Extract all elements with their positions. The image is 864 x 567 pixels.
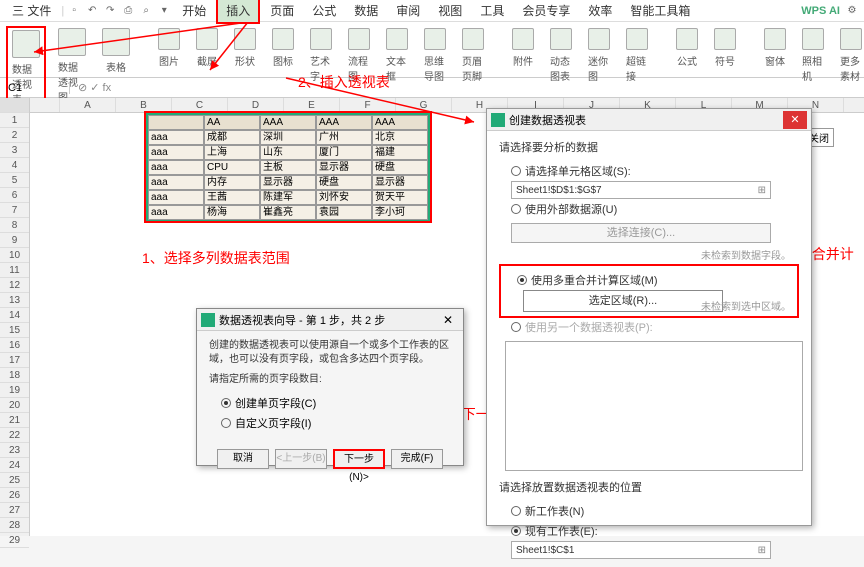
wizard-text2: 请指定所需的页字段数目: [209,373,451,387]
wizard-close[interactable]: ✕ [437,313,459,327]
redo-icon[interactable]: ↷ [102,3,118,19]
row-headers: 1234567891011121314151617181920212223242… [0,98,30,536]
radio-external[interactable] [511,204,521,214]
tab-start[interactable]: 开始 [174,0,214,22]
radio-another-pivot [511,322,521,332]
radio-custom-page[interactable] [221,418,231,428]
more-button[interactable]: 更多素材 [836,26,864,85]
screenshot-button[interactable]: 截屏 [192,26,222,70]
menu-bar: 三 文件 | ▫ ↶ ↷ ⎙ ⌕ ▾ 开始 插入 页面 公式 数据 审阅 视图 … [0,0,864,22]
hyperlink-button[interactable]: 超链接 [622,26,652,85]
formula-button[interactable]: 公式 [672,26,702,70]
radio-new-sheet[interactable] [511,506,521,516]
name-box[interactable]: C1 [0,82,70,94]
tab-smart[interactable]: 智能工具箱 [622,0,698,22]
attachment-button[interactable]: 附件 [508,26,538,70]
wizard-title: 数据透视表向导 - 第 1 步，共 2 步 [219,312,385,328]
pivot-list-area [505,341,803,471]
tab-member[interactable]: 会员专享 [514,0,578,22]
tab-page[interactable]: 页面 [262,0,302,22]
tab-formula[interactable]: 公式 [304,0,344,22]
print-icon[interactable]: ⎙ [120,3,136,19]
tab-efficiency[interactable]: 效率 [580,0,620,22]
select-region-button[interactable]: 选定区域(R)... [523,290,723,312]
annotation-2: 2、插入透视表 [298,72,390,92]
radio-multi-consolidate[interactable] [517,275,527,285]
symbol-button[interactable]: 符号 [710,26,740,70]
preview-icon[interactable]: ⌕ [138,3,154,19]
tab-view[interactable]: 视图 [430,0,470,22]
dialog-title: 创建数据透视表 [509,112,586,128]
section2-label: 请选择放置数据透视表的位置 [499,479,799,495]
close-button[interactable]: ✕ [783,111,807,129]
fx-label: ⊘ ✓ fx [70,81,119,94]
camera-button[interactable]: 照相机 [798,26,828,85]
slicer-button[interactable]: 窗体 [760,26,790,70]
range-input[interactable]: Sheet1!$D$1:$G$7⊞ [511,181,771,199]
cancel-button[interactable]: 取消 [217,449,269,469]
settings-icon[interactable]: ⚙ [844,3,860,19]
save-icon[interactable]: ▫ [66,3,82,19]
picture-button[interactable]: 图片 [154,26,184,70]
wizard-icon [201,313,215,327]
dialog-icon [491,113,505,127]
radio-cell-range[interactable] [511,166,521,176]
shape-button[interactable]: 形状 [230,26,260,70]
dynamic-chart-button[interactable]: 动态图表 [546,26,576,85]
location-picker-icon[interactable]: ⊞ [758,545,766,556]
select-connection-button[interactable]: 选择连接(C)... [511,223,771,243]
section-label: 请选择要分析的数据 [499,139,799,155]
pivot-chart-button[interactable]: 数据透视图 [54,26,90,106]
finish-button[interactable]: 完成(F) [391,449,443,469]
table-button[interactable]: 表格 [98,26,134,76]
header-footer-button[interactable]: 页眉页脚 [458,26,488,85]
wizard-dialog: 数据透视表向导 - 第 1 步，共 2 步 ✕ 创建的数据透视表可以使用源自一个… [196,308,464,466]
range-picker-icon[interactable]: ⊞ [758,185,766,196]
tab-data[interactable]: 数据 [346,0,386,22]
tab-tools[interactable]: 工具 [472,0,512,22]
icons-button[interactable]: 图标 [268,26,298,70]
data-table: AAAAAAAAAAAaaa成都深圳广州北京aaa上海山东厦门福建aaaCPU主… [146,113,430,222]
ribbon: 数据透视表 数据透视图 表格 图片 截屏 形状 图标 艺术字 流程图 文本框 思… [0,22,864,78]
prev-button[interactable]: <上一步(B) [275,449,327,469]
more-icon[interactable]: ▾ [156,3,172,19]
sparkline-button[interactable]: 迷你图 [584,26,614,85]
file-menu[interactable]: 三 文件 [4,0,59,22]
tab-insert[interactable]: 插入 [216,0,260,24]
location-input[interactable]: Sheet1!$C$1⊞ [511,541,771,559]
radio-single-page[interactable] [221,398,231,408]
mindmap-button[interactable]: 思维导图 [420,26,450,85]
wizard-text1: 创建的数据透视表可以使用源自一个或多个工作表的区域，也可以没有页字段，或包含多达… [209,339,451,367]
tab-review[interactable]: 审阅 [388,0,428,22]
undo-icon[interactable]: ↶ [84,3,100,19]
wps-ai-button[interactable]: WPS AI [801,5,840,17]
next-button[interactable]: 下一步(N)> [333,449,385,469]
create-pivot-dialog: 创建数据透视表 ✕ 请选择要分析的数据 请选择单元格区域(S): Sheet1!… [486,108,812,526]
radio-existing-sheet[interactable] [511,526,521,536]
annotation-1: 1、选择多列数据表范围 [142,248,290,268]
